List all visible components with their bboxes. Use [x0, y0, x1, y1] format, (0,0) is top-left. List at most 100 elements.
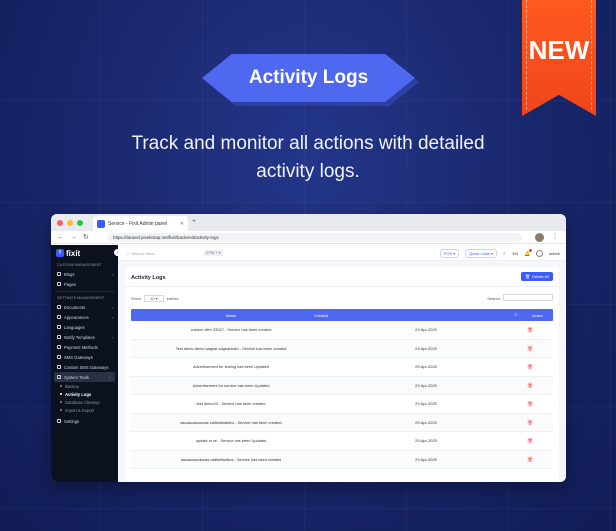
- table-row: ascascascascas callfsefsafsvs - Service …: [131, 450, 553, 469]
- sidebar-item-label: Settings: [64, 418, 80, 424]
- new-tab-icon[interactable]: +: [192, 218, 196, 225]
- pages-icon: [57, 282, 61, 286]
- log-name: ascascascascas calltesfsafsfvs - Service…: [180, 419, 282, 425]
- reload-icon[interactable]: ↻: [83, 233, 89, 241]
- search-shortcut: CTRL + K: [204, 250, 223, 256]
- bullet-icon: [60, 393, 62, 395]
- browser-profile-avatar[interactable]: [535, 233, 544, 242]
- log-name: Test demo demo sagear sagearsdsh - Servi…: [175, 345, 287, 351]
- sidebar-item-custom-sms-gateways[interactable]: Custom SMS Gateways: [51, 362, 118, 372]
- url-text: https://laravel.pixelstrap.net/fixit/bac…: [113, 235, 219, 240]
- quick-links-button[interactable]: Quick Links ▾: [465, 249, 497, 258]
- back-arrow-icon[interactable]: ←: [57, 234, 64, 241]
- maximize-window-dot[interactable]: [77, 219, 83, 226]
- column-header-action: Action: [532, 312, 543, 318]
- bullet-icon: [60, 409, 62, 411]
- log-name: Advertisement for service has been Updat…: [192, 382, 270, 388]
- notification-count-badge: [528, 248, 533, 252]
- forward-arrow-icon[interactable]: →: [70, 234, 77, 241]
- chevron-right-icon: ›: [111, 314, 113, 320]
- delete-row-icon[interactable]: 🗑: [527, 326, 533, 333]
- sidebar-item-label: Pages: [64, 281, 76, 287]
- sidebar-item-sms-gateways[interactable]: SMS Gateways: [51, 352, 118, 362]
- log-date: 29-Apr-2025: [415, 419, 437, 425]
- promo-title: Activity Logs: [248, 67, 369, 88]
- delete-row-icon[interactable]: 🗑: [527, 345, 533, 352]
- table-controls: Show 10 ▾ entries Search:: [131, 294, 553, 302]
- title-badge: Activity Logs: [202, 54, 415, 102]
- entries-label: entries: [166, 295, 179, 301]
- system-tools-icon: [57, 375, 61, 379]
- sidebar-item-languages[interactable]: Languages: [51, 322, 118, 332]
- table-row: test demo23 - Service has been created 29…: [131, 395, 553, 414]
- log-name: test demo23 - Service has been created: [196, 401, 266, 407]
- sidebar-subitem-label: Backup: [65, 383, 79, 389]
- main-content: ⌕ Search Here... CTRL + K POS ▾ Quick Li…: [118, 245, 566, 482]
- sms-gateways-icon: [57, 355, 61, 359]
- sidebar-item-payment-methods[interactable]: Payment Methods: [51, 342, 118, 352]
- divider: [55, 291, 114, 292]
- minimize-window-dot[interactable]: [67, 219, 73, 226]
- sidebar-item-label: Notify Templates: [64, 334, 95, 340]
- notify-templates-icon: [57, 335, 61, 339]
- logo-mark-icon: f: [56, 249, 64, 257]
- url-field[interactable]: https://laravel.pixelstrap.net/fixit/bac…: [107, 233, 522, 242]
- close-window-dot[interactable]: [57, 219, 63, 226]
- sidebar-subitem-database-cleanup[interactable]: Database Cleanup: [51, 398, 118, 406]
- tab-close-icon[interactable]: ✕: [180, 221, 184, 227]
- activity-logs-card: Activity Logs 🗑 Delete All Show 10 ▾ ent…: [125, 267, 559, 482]
- admin-app: f fixit ‹ CUSTOM MANAGEMENT Blogs › Page…: [51, 245, 566, 482]
- log-name: ascascascascas callfsefsafsvs - Service …: [180, 456, 282, 462]
- sidebar-item-label: Appearances: [64, 314, 89, 320]
- delete-row-icon[interactable]: 🗑: [527, 437, 533, 444]
- log-date: 29-Apr-2025: [415, 327, 437, 333]
- log-date: 29-Apr-2025: [415, 382, 437, 388]
- delete-all-button[interactable]: 🗑 Delete All: [521, 272, 553, 281]
- sidebar-item-label: Custom SMS Gateways: [64, 364, 109, 370]
- table-row: update in ce - Service has been Updated 2…: [131, 432, 553, 451]
- user-name[interactable]: admin: [549, 251, 560, 256]
- delete-row-icon[interactable]: 🗑: [527, 419, 533, 426]
- sidebar: f fixit ‹ CUSTOM MANAGEMENT Blogs › Page…: [51, 245, 118, 482]
- chevron-right-icon: ›: [111, 271, 113, 277]
- sidebar-subitem-activity-logs[interactable]: Activity Logs: [51, 390, 118, 398]
- sidebar-item-notify-templates[interactable]: Notify Templates ›: [51, 332, 118, 342]
- logo[interactable]: f fixit: [51, 245, 118, 261]
- sidebar-item-system-tools[interactable]: System Tools ›: [54, 372, 115, 382]
- delete-row-icon[interactable]: 🗑: [527, 456, 533, 463]
- browser-menu-icon[interactable]: ⋮: [552, 233, 558, 240]
- sort-icon[interactable]: ⇅: [514, 313, 517, 317]
- column-header-created[interactable]: Created: [291, 313, 351, 318]
- table-body: custom offer 33027 - Service has been cr…: [131, 321, 553, 469]
- chevron-right-icon: ›: [111, 304, 113, 310]
- log-name: update in ce - Service has been Updated: [195, 438, 267, 444]
- sidebar-subitem-import-export[interactable]: Import & Export: [51, 406, 118, 414]
- sidebar-item-blogs[interactable]: Blogs ›: [51, 269, 118, 279]
- log-date: 29-Apr-2025: [415, 345, 437, 351]
- pos-button[interactable]: POS ▾: [439, 249, 460, 258]
- appearances-icon: [57, 315, 61, 319]
- sidebar-item-pages[interactable]: Pages: [51, 279, 118, 289]
- delete-row-icon[interactable]: 🗑: [527, 382, 533, 389]
- theme-toggle-icon[interactable]: ☾: [503, 251, 507, 256]
- search-input[interactable]: ⌕ Search Here... CTRL + K: [127, 248, 223, 258]
- language-selector[interactable]: EN: [513, 251, 519, 256]
- sidebar-subitem-label: Database Cleanup: [65, 399, 100, 405]
- delete-row-icon[interactable]: 🗑: [527, 400, 533, 407]
- entries-select[interactable]: 10 ▾: [144, 294, 164, 302]
- user-avatar[interactable]: [536, 250, 544, 257]
- sidebar-item-appearances[interactable]: Appearances ›: [51, 312, 118, 322]
- sidebar-item-settings[interactable]: Settings: [51, 416, 118, 426]
- browser-tab[interactable]: Service - Fixit Admin panel ✕: [93, 216, 188, 231]
- promo-background: Activity Logs NEW Track and monitor all …: [0, 0, 616, 531]
- delete-row-icon[interactable]: 🗑: [527, 363, 533, 370]
- sidebar-item-label: System Tools: [64, 374, 89, 380]
- sidebar-subitem-backup[interactable]: Backup: [51, 382, 118, 390]
- sidebar-subitem-label: Import & Export: [65, 407, 95, 413]
- sidebar-item-label: Documents: [64, 304, 86, 310]
- logo-text: fixit: [66, 248, 81, 258]
- sidebar-item-documents[interactable]: Documents ›: [51, 302, 118, 312]
- notification-bell-icon[interactable]: 🔔: [524, 248, 533, 257]
- tab-title: Service - Fixit Admin panel: [108, 220, 168, 227]
- table-search-input[interactable]: [503, 294, 553, 301]
